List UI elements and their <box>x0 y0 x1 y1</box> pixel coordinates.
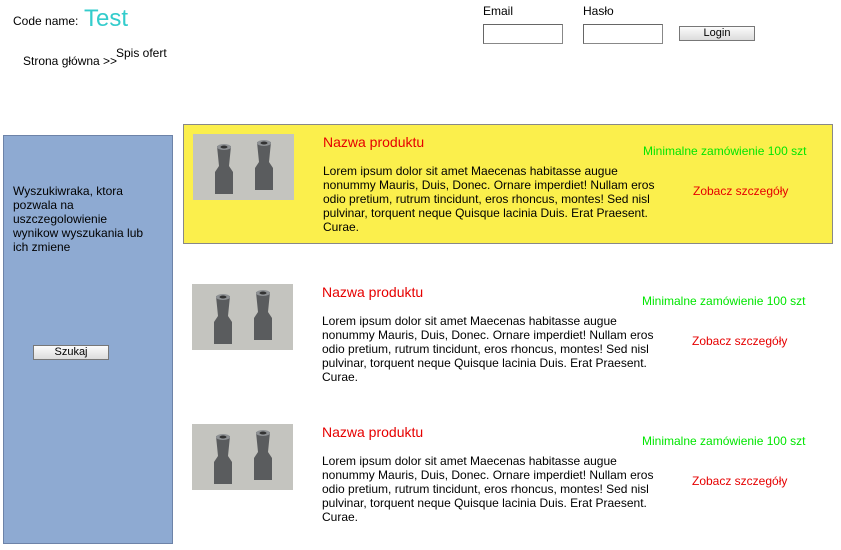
product-name: Nazwa produktu <box>322 424 424 440</box>
product-item: Nazwa produktu Lorem ipsum dolor sit ame… <box>183 275 833 395</box>
login-button[interactable]: Login <box>679 26 755 41</box>
product-image <box>193 134 294 200</box>
product-description: Lorem ipsum dolor sit amet Maecenas habi… <box>322 314 654 384</box>
product-details-link[interactable]: Zobacz szczegóły <box>692 334 787 348</box>
product-image <box>192 284 293 350</box>
breadcrumb-home-link[interactable]: Strona główna >> <box>23 54 117 68</box>
product-min-order: Minimalne zamówienie 100 szt <box>642 294 806 308</box>
product-details-link[interactable]: Zobacz szczegóły <box>692 474 787 488</box>
product-description: Lorem ipsum dolor sit amet Maecenas habi… <box>322 454 654 524</box>
search-description: Wyszukiwraka, ktora pozwala na uszczegol… <box>13 184 144 254</box>
email-field[interactable] <box>483 24 563 44</box>
password-field[interactable] <box>583 24 663 44</box>
codename-value: Test <box>84 5 129 32</box>
password-label: Hasło <box>583 4 614 18</box>
product-item: Nazwa produktu Lorem ipsum dolor sit ame… <box>183 124 833 244</box>
search-sidebar: Wyszukiwraka, ktora pozwala na uszczegol… <box>3 135 173 544</box>
product-item: Nazwa produktu Lorem ipsum dolor sit ame… <box>183 415 833 535</box>
breadcrumb-current: Spis ofert <box>116 46 167 60</box>
search-button[interactable]: Szukaj <box>33 345 109 360</box>
product-name: Nazwa produktu <box>323 134 425 150</box>
product-description: Lorem ipsum dolor sit amet Maecenas habi… <box>323 164 655 234</box>
product-min-order: Minimalne zamówienie 100 szt <box>643 144 807 158</box>
product-name: Nazwa produktu <box>322 284 424 300</box>
product-details-link[interactable]: Zobacz szczegóły <box>693 184 788 198</box>
product-image <box>192 424 293 490</box>
product-min-order: Minimalne zamówienie 100 szt <box>642 434 806 448</box>
codename-label: Code name: <box>13 14 79 28</box>
email-label: Email <box>483 4 514 18</box>
